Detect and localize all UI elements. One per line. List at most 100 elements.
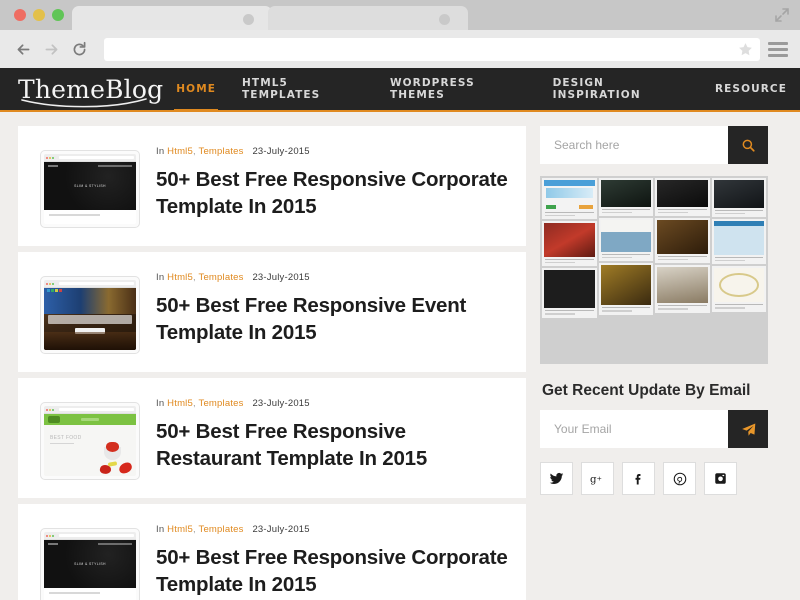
window-controls[interactable] [14, 9, 64, 21]
post-category-1[interactable]: Html5 [167, 272, 193, 283]
post-category-1[interactable]: Html5 [167, 524, 193, 535]
gallery-card [542, 268, 597, 317]
gallery-card [712, 266, 767, 311]
post-date: 23-July-2015 [252, 398, 309, 409]
tab-favicon [439, 14, 450, 25]
nav-item-design-inspiration[interactable]: DESIGN INSPIRATION [540, 68, 702, 110]
gallery-card [542, 221, 597, 266]
post-meta: In Html5, Templates 23-July-2015 [156, 524, 508, 535]
nav-item-html5-templates[interactable]: HTML5 TEMPLATES [229, 68, 377, 110]
sidebar: Get Recent Update By Email [540, 126, 768, 600]
social-links: g + [540, 462, 768, 495]
gallery-card [542, 178, 597, 219]
newsletter-submit-button[interactable] [728, 410, 768, 448]
social-link-instagram[interactable] [704, 462, 737, 495]
browser-window: ThemeBlog HOME HTML5 TEMPLATES WORDPRESS… [0, 0, 800, 600]
reload-icon[interactable] [66, 36, 92, 62]
maximize-icon[interactable] [774, 7, 790, 23]
post-meta-in: In [156, 398, 164, 409]
newsletter-heading: Get Recent Update By Email [542, 382, 768, 400]
post-list: SLIM & STYLISH In Html5, Templa [18, 126, 526, 600]
post-item[interactable]: SLIM & STYLISH In Html5, Templa [18, 504, 526, 600]
page-viewport: ThemeBlog HOME HTML5 TEMPLATES WORDPRESS… [0, 68, 800, 600]
post-body: In Html5, Templates 23-July-2015 50+ Bes… [140, 524, 508, 598]
post-title[interactable]: 50+ Best Free Responsive Corporate Templ… [156, 166, 508, 220]
post-category-1[interactable]: Html5 [167, 146, 193, 157]
main-navigation[interactable]: HOME HTML5 TEMPLATES WORDPRESS THEMES DE… [163, 68, 800, 110]
post-category-2[interactable]: Templates [199, 146, 244, 157]
template-gallery-screenshot[interactable] [540, 176, 768, 364]
back-arrow-icon[interactable] [10, 36, 36, 62]
svg-text:+: + [596, 474, 601, 482]
post-thumbnail-event[interactable] [40, 276, 140, 354]
forward-arrow-icon[interactable] [38, 36, 64, 62]
browser-titlebar [0, 0, 800, 30]
post-title[interactable]: 50+ Best Free Responsive Event Template … [156, 292, 508, 346]
gallery-card [599, 263, 654, 314]
browser-toolbar [0, 30, 800, 68]
post-thumbnail-corporate[interactable]: SLIM & STYLISH [40, 150, 140, 228]
post-meta: In Html5, Templates 23-July-2015 [156, 272, 508, 283]
post-category-2[interactable]: Templates [199, 524, 244, 535]
browser-tabs[interactable] [72, 6, 464, 30]
social-link-facebook[interactable] [622, 462, 655, 495]
post-meta-in: In [156, 146, 164, 157]
gallery-card [712, 219, 767, 264]
maximize-window-button[interactable] [52, 9, 64, 21]
page-content: SLIM & STYLISH In Html5, Templa [0, 112, 800, 600]
nav-item-wordpress-themes[interactable]: WORDPRESS THEMES [377, 68, 540, 110]
post-item[interactable]: In Html5, Templates 23-July-2015 50+ Bes… [18, 252, 526, 372]
post-category-2[interactable]: Templates [199, 272, 244, 283]
post-item[interactable]: SLIM & STYLISH In Html5, Templa [18, 126, 526, 246]
minimize-window-button[interactable] [33, 9, 45, 21]
browser-tab-2[interactable] [268, 6, 468, 30]
post-date: 23-July-2015 [252, 146, 309, 157]
post-meta-in: In [156, 272, 164, 283]
url-bar[interactable] [104, 38, 760, 61]
search-widget [540, 126, 768, 164]
newsletter-widget [540, 410, 768, 448]
gallery-card [599, 218, 654, 261]
social-link-pinterest[interactable] [663, 462, 696, 495]
post-body: In Html5, Templates 23-July-2015 50+ Bes… [140, 398, 508, 472]
post-title[interactable]: 50+ Best Free Responsive Corporate Templ… [156, 544, 508, 598]
search-input[interactable] [540, 126, 728, 164]
post-category-1[interactable]: Html5 [167, 398, 193, 409]
post-thumbnail-restaurant[interactable]: BEST FOOD [40, 402, 140, 480]
gallery-card [599, 178, 654, 216]
site-logo[interactable]: ThemeBlog [18, 77, 163, 102]
post-title[interactable]: 50+ Best Free Responsive Restaurant Temp… [156, 418, 508, 472]
gallery-card [655, 265, 710, 312]
social-link-google-plus[interactable]: g + [581, 462, 614, 495]
pinterest-icon [672, 471, 688, 487]
hamburger-menu-icon[interactable] [768, 42, 788, 57]
instagram-icon [713, 471, 728, 486]
post-body: In Html5, Templates 23-July-2015 50+ Bes… [140, 272, 508, 346]
nav-item-resource[interactable]: RESOURCE [702, 68, 800, 110]
close-window-button[interactable] [14, 9, 26, 21]
email-input[interactable] [540, 410, 728, 448]
facebook-icon [631, 471, 646, 486]
star-icon[interactable] [738, 42, 753, 57]
social-link-twitter[interactable] [540, 462, 573, 495]
gallery-column [712, 178, 767, 362]
post-category-2[interactable]: Templates [199, 398, 244, 409]
gallery-column [599, 178, 654, 362]
post-meta: In Html5, Templates 23-July-2015 [156, 146, 508, 157]
post-date: 23-July-2015 [252, 272, 309, 283]
search-button[interactable] [728, 126, 768, 164]
site-header: ThemeBlog HOME HTML5 TEMPLATES WORDPRESS… [0, 68, 800, 112]
post-thumbnail-corporate[interactable]: SLIM & STYLISH [40, 528, 140, 600]
gallery-card [655, 178, 710, 216]
paper-plane-icon [740, 421, 757, 438]
gallery-column [655, 178, 710, 362]
post-body: In Html5, Templates 23-July-2015 50+ Bes… [140, 146, 508, 220]
nav-item-home[interactable]: HOME [163, 68, 229, 110]
browser-tab-1[interactable] [72, 6, 272, 30]
gallery-card [712, 178, 767, 217]
twitter-icon [549, 471, 564, 486]
tab-favicon [243, 14, 254, 25]
post-date: 23-July-2015 [252, 524, 309, 535]
gallery-card [655, 218, 710, 263]
post-item[interactable]: BEST FOOD [18, 378, 526, 498]
